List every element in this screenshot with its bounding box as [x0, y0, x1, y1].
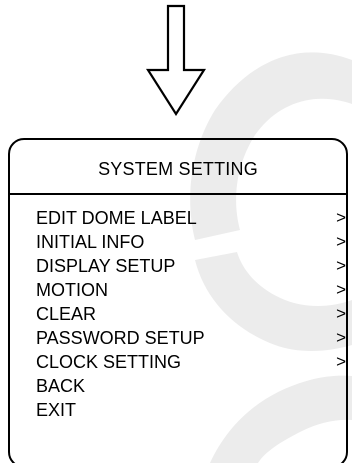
menu-item-label: MOTION [36, 280, 108, 300]
menu-item-display-setup[interactable]: DISPLAY SETUP > [36, 254, 346, 278]
menu-item-back[interactable]: BACK [36, 374, 346, 398]
menu-item-clear[interactable]: CLEAR > [36, 302, 346, 326]
chevron-right-icon: > [336, 256, 346, 275]
menu-item-label: BACK [36, 376, 86, 396]
menu-item-label: CLOCK SETTING [36, 352, 182, 372]
menu-item-label: PASSWORD SETUP [36, 328, 205, 348]
menu-item-exit[interactable]: EXIT [36, 398, 346, 422]
chevron-right-icon: > [336, 352, 346, 371]
chevron-right-icon: > [336, 232, 346, 251]
menu-item-label: INITIAL INFO [36, 232, 145, 252]
down-arrow-outline-icon [146, 4, 206, 116]
menu-title: SYSTEM SETTING [98, 159, 258, 179]
menu-list: EDIT DOME LABEL > INITIAL INFO > DISPLAY… [36, 206, 346, 422]
menu-item-initial-info[interactable]: INITIAL INFO > [36, 230, 346, 254]
menu-item-motion[interactable]: MOTION > [36, 278, 346, 302]
menu-divider [8, 193, 348, 195]
menu-item-label: EXIT [36, 400, 77, 420]
system-setting-menu: SYSTEM SETTING EDIT DOME LABEL > INITIAL… [8, 138, 348, 463]
menu-item-edit-dome-label[interactable]: EDIT DOME LABEL > [36, 206, 346, 230]
page: SYSTEM SETTING EDIT DOME LABEL > INITIAL… [0, 0, 352, 463]
menu-item-clock-setting[interactable]: CLOCK SETTING > [36, 350, 346, 374]
chevron-right-icon: > [336, 208, 346, 227]
menu-item-label: DISPLAY SETUP [36, 256, 176, 276]
chevron-right-icon: > [336, 304, 346, 323]
chevron-right-icon: > [336, 328, 346, 347]
menu-item-label: EDIT DOME LABEL [36, 208, 197, 228]
menu-item-label: CLEAR [36, 304, 97, 324]
menu-item-password-setup[interactable]: PASSWORD SETUP > [36, 326, 346, 350]
chevron-right-icon: > [336, 280, 346, 299]
